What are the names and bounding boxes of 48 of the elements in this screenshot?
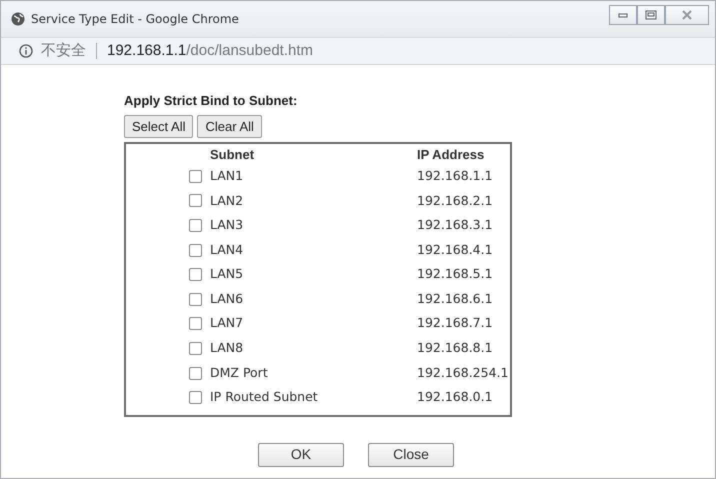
- close-icon: [682, 10, 692, 20]
- subnet-name: LAN7: [210, 315, 244, 330]
- subnet-name: IP Routed Subnet: [210, 389, 318, 404]
- ip-address: 192.168.1.1: [417, 168, 493, 183]
- checkbox[interactable]: [189, 366, 202, 380]
- ok-button[interactable]: OK: [258, 442, 344, 467]
- bulk-button[interactable]: Clear All: [197, 114, 262, 138]
- window-title: Service Type Edit - Google Chrome: [31, 11, 239, 28]
- subnet-name: LAN8: [210, 340, 244, 356]
- close-dialog-button[interactable]: Close: [368, 442, 454, 467]
- minimize-icon: [618, 12, 628, 18]
- ip-address: 192.168.5.1: [417, 266, 493, 282]
- url-text[interactable]: 192.168.1.1/doc/lansubedt.htm: [107, 40, 313, 62]
- info-icon[interactable]: [19, 44, 33, 58]
- subnet-name: LAN4: [210, 242, 244, 257]
- ip-address: 192.168.0.1: [417, 389, 493, 404]
- ip-address: 192.168.7.1: [417, 315, 493, 330]
- checkbox[interactable]: [189, 218, 202, 232]
- checkbox[interactable]: [189, 342, 202, 355]
- ip-address: 192.168.254.1: [417, 364, 508, 380]
- subnet-name: LAN6: [210, 290, 244, 306]
- ip-address: 192.168.2.1: [417, 192, 493, 208]
- close-button[interactable]: [665, 5, 709, 25]
- ip-address: 192.168.4.1: [417, 242, 493, 257]
- bulk-button[interactable]: Select All: [124, 114, 194, 138]
- globe-icon: [11, 12, 25, 26]
- checkbox[interactable]: [189, 170, 202, 183]
- subnet-name: LAN3: [210, 217, 244, 232]
- column-header: IP Address: [417, 147, 484, 162]
- checkbox[interactable]: [189, 268, 202, 282]
- checkbox[interactable]: [189, 244, 202, 257]
- subnet-name: LAN1: [210, 168, 244, 183]
- checkbox[interactable]: [189, 317, 202, 330]
- maximize-button[interactable]: [637, 5, 665, 25]
- minimize-button[interactable]: [609, 5, 637, 25]
- subnet-name: LAN2: [210, 192, 244, 208]
- ip-address: 192.168.3.1: [417, 217, 493, 232]
- ip-address: 192.168.8.1: [417, 340, 493, 356]
- subnet-name: LAN5: [210, 266, 244, 282]
- ip-address: 192.168.6.1: [417, 290, 493, 306]
- security-label[interactable]: 不安全: [41, 40, 86, 62]
- checkbox[interactable]: [189, 194, 202, 208]
- checkbox[interactable]: [189, 292, 202, 306]
- maximize-icon: [645, 10, 657, 20]
- column-header: Subnet: [210, 147, 254, 162]
- checkbox[interactable]: [189, 391, 202, 404]
- subnet-name: DMZ Port: [210, 364, 268, 380]
- section-heading: Apply Strict Bind to Subnet:: [124, 92, 298, 110]
